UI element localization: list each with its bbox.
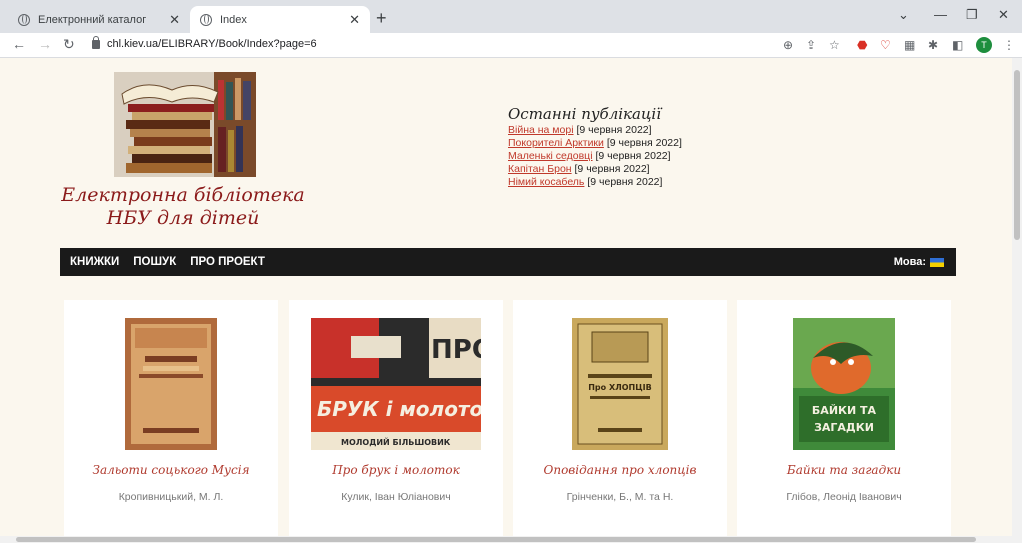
book-card: Зальоти соцького Мусія Кропивницький, М.… <box>64 300 278 536</box>
book-cover-image[interactable] <box>125 318 217 450</box>
cover-title-line2: ЗАГАДКИ <box>814 421 874 434</box>
book-card: ПРО БРУК і молоток МОЛОДИЙ БІЛЬШОВИК Про… <box>289 300 503 536</box>
tab-title: Електронний каталог <box>38 13 147 26</box>
lock-icon <box>92 35 100 49</box>
language-label: Мова: <box>893 256 926 268</box>
book-author: Кропивницький, М. Л. <box>118 491 224 503</box>
book-cover[interactable]: Про ХЛОПЦІВ <box>513 318 727 450</box>
profile-avatar[interactable]: T <box>976 37 992 53</box>
book-card: БАЙКИ ТА ЗАГАДКИ Байки та загадки Глібов… <box>737 300 951 536</box>
bookmark-star-icon[interactable]: ☆ <box>829 38 840 52</box>
pocket-icon[interactable]: ♡ <box>880 38 891 52</box>
recent-link[interactable]: Покорителі Арктики <box>508 137 604 149</box>
cover-title-line1: БАЙКИ ТА <box>812 404 877 417</box>
recent-link[interactable]: Війна на морі <box>508 124 574 136</box>
cover-title: БРУК і молоток <box>317 397 481 421</box>
browser-tab-index[interactable]: Index ✕ <box>190 6 370 33</box>
back-button[interactable]: ← <box>12 36 26 52</box>
cover-word-pro: ПРО <box>431 335 481 365</box>
book-cover[interactable]: БАЙКИ ТА ЗАГАДКИ <box>737 318 951 450</box>
url-text: chl.kiev.ua/ELIBRARY/Book/Index?page=6 <box>107 38 317 50</box>
adblock-icon[interactable]: ⬣ <box>857 38 867 52</box>
cover-title: Про ХЛОПЦІВ <box>588 383 652 392</box>
books-logo-image[interactable] <box>114 72 256 177</box>
book-card: Про ХЛОПЦІВ Оповідання про хлопців Грінч… <box>513 300 727 536</box>
extensions-icon[interactable]: ✱ <box>928 38 938 52</box>
list-item: Німий косабель [9 червня 2022] <box>508 176 748 189</box>
list-item: Війна на морі [9 червня 2022] <box>508 124 748 137</box>
main-nav: КНИЖКИ ПОШУК ПРО ПРОЕКТ Мова: <box>60 248 956 276</box>
cover-publisher: МОЛОДИЙ БІЛЬШОВИК <box>341 436 451 447</box>
list-item: Покорителі Арктики [9 червня 2022] <box>508 137 748 150</box>
window-close-button[interactable]: ✕ <box>998 7 1009 23</box>
recent-link[interactable]: Маленькі седовці <box>508 150 593 162</box>
browser-tab-catalog[interactable]: Електронний каталог ✕ <box>8 6 190 33</box>
nav-search[interactable]: ПОШУК <box>133 256 176 268</box>
zoom-icon[interactable]: ⊕ <box>783 38 793 52</box>
list-item: Маленькі седовці [9 червня 2022] <box>508 150 748 163</box>
ukraine-flag-icon[interactable] <box>930 257 944 267</box>
scrollbar-thumb[interactable] <box>1014 70 1020 240</box>
book-title[interactable]: Зальоти соцького Мусія <box>64 463 278 477</box>
recent-link[interactable]: Капітан Брон <box>508 163 572 175</box>
web-page: Електронна бібліотека НБУ для дітей Оста… <box>0 58 1012 536</box>
recent-date: [9 червня 2022] <box>606 137 682 149</box>
book-author: Кулик, Іван Юліанович <box>341 491 451 503</box>
book-author: Грінченки, Б., М. та Н. <box>566 491 674 503</box>
book-title[interactable]: Байки та загадки <box>737 463 951 477</box>
recent-date: [9 червня 2022] <box>587 176 663 188</box>
recent-date: [9 червня 2022] <box>576 124 652 136</box>
recent-publications: Останні публікації Війна на морі [9 черв… <box>508 105 748 189</box>
book-cover[interactable] <box>64 318 278 450</box>
vertical-scrollbar[interactable] <box>1012 58 1022 536</box>
forward-button[interactable]: → <box>38 36 52 52</box>
address-bar[interactable]: chl.kiev.ua/ELIBRARY/Book/Index?page=6 <box>92 35 317 50</box>
book-cover[interactable]: ПРО БРУК і молоток МОЛОДИЙ БІЛЬШОВИК <box>289 318 503 450</box>
recent-heading: Останні публікації <box>508 105 662 123</box>
book-cover-image[interactable]: ПРО БРУК і молоток МОЛОДИЙ БІЛЬШОВИК <box>311 318 481 450</box>
recent-date: [9 червня 2022] <box>574 163 650 175</box>
tab-title: Index <box>220 13 247 26</box>
share-icon[interactable]: ⇪ <box>806 38 816 52</box>
book-author: Глібов, Леонід Іванович <box>786 491 902 503</box>
recent-link[interactable]: Німий косабель <box>508 176 584 188</box>
tab-search-icon[interactable]: ⌄ <box>898 7 909 23</box>
new-tab-button[interactable]: + <box>376 8 387 29</box>
horizontal-scrollbar[interactable] <box>0 536 1022 543</box>
recent-date: [9 червня 2022] <box>595 150 671 162</box>
side-panel-icon[interactable]: ◧ <box>952 38 963 52</box>
nav-books[interactable]: КНИЖКИ <box>70 256 119 268</box>
list-item: Капітан Брон [9 червня 2022] <box>508 163 748 176</box>
scrollbar-thumb[interactable] <box>16 537 976 542</box>
book-cover-image[interactable]: Про ХЛОПЦІВ <box>572 318 668 450</box>
close-icon[interactable]: ✕ <box>349 12 360 28</box>
menu-icon[interactable]: ⋮ <box>1003 38 1015 52</box>
globe-icon <box>18 13 30 26</box>
book-title[interactable]: Про брук і молоток <box>289 463 503 477</box>
browser-tab-strip: Електронний каталог ✕ Index ✕ + ⌄ — ❐ ✕ <box>0 0 1022 33</box>
book-cover-image[interactable]: БАЙКИ ТА ЗАГАДКИ <box>793 318 895 450</box>
qr-code-icon[interactable]: ▦ <box>904 38 915 52</box>
site-title[interactable]: Електронна бібліотека НБУ для дітей <box>58 184 308 230</box>
globe-icon <box>200 13 212 26</box>
nav-about[interactable]: ПРО ПРОЕКТ <box>190 256 265 268</box>
restore-button[interactable]: ❐ <box>966 7 978 23</box>
language-selector[interactable]: Мова: <box>894 256 944 268</box>
minimize-button[interactable]: — <box>934 7 947 22</box>
close-icon[interactable]: ✕ <box>169 12 180 28</box>
reload-button[interactable]: ↻ <box>63 36 75 53</box>
address-toolbar: ← → ↻ chl.kiev.ua/ELIBRARY/Book/Index?pa… <box>0 33 1022 58</box>
book-title[interactable]: Оповідання про хлопців <box>513 463 727 477</box>
